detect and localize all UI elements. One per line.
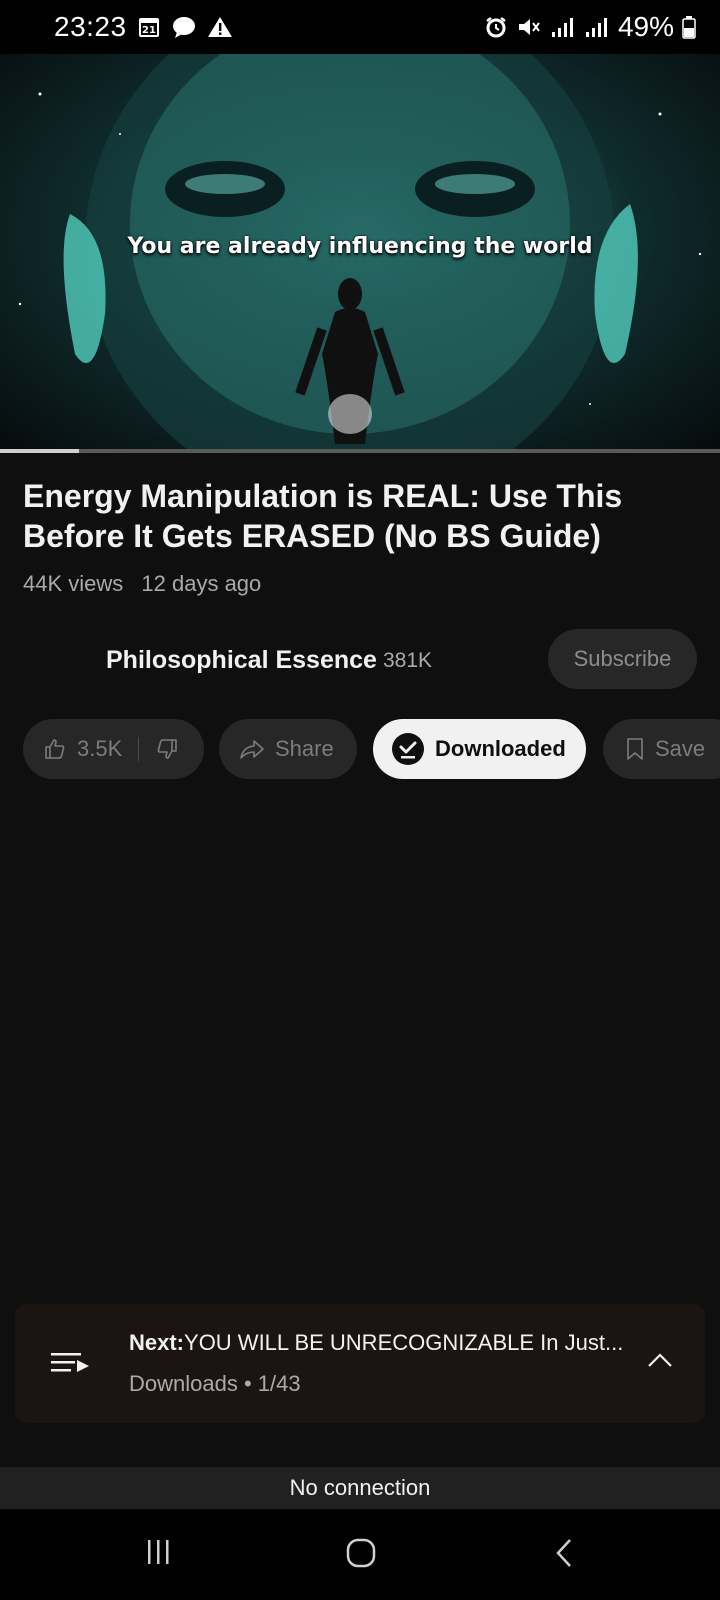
channel-row[interactable]: Philosophical Essence 381K Subscribe: [0, 628, 720, 692]
battery-icon: [682, 15, 696, 39]
download-check-icon: [391, 732, 425, 766]
calendar-day: 21: [142, 25, 156, 36]
next-prefix: Next:: [129, 1330, 185, 1355]
thumbs-up-icon: [43, 737, 67, 761]
like-divider: [138, 737, 140, 761]
recent-apps-button[interactable]: [144, 1537, 174, 1572]
share-label: Share: [275, 736, 334, 761]
next-video-title: Next:YOU WILL BE UNRECOGNIZABLE In Just.…: [129, 1330, 629, 1356]
downloaded-button[interactable]: Downloaded: [373, 719, 586, 779]
system-nav-bar: [0, 1509, 720, 1600]
playlist-position: 1/43: [257, 1371, 301, 1396]
channel-name[interactable]: Philosophical Essence: [106, 646, 377, 675]
playlist-info: Downloads • 1/43: [129, 1371, 301, 1397]
share-icon: [239, 737, 265, 761]
view-count: 44K views: [23, 571, 124, 596]
video-meta: 44K views 12 days ago: [23, 571, 261, 597]
like-count: 3.5K: [77, 736, 123, 761]
action-bar: 3.5K Share Downloaded Save: [23, 719, 720, 779]
status-time: 23:23: [54, 11, 127, 42]
home-icon: [346, 1538, 376, 1568]
save-label: Save: [655, 736, 706, 761]
back-icon: [556, 1539, 571, 1567]
downloaded-label: Downloaded: [435, 736, 566, 761]
video-player[interactable]: You are already influencing the world: [0, 54, 720, 452]
like-dislike-pill: 3.5K: [23, 719, 204, 779]
next-up-bar[interactable]: Next:YOU WILL BE UNRECOGNIZABLE In Just.…: [15, 1304, 705, 1423]
no-connection-banner: No connection: [0, 1467, 720, 1509]
video-title[interactable]: Energy Manipulation is REAL: Use This Be…: [23, 476, 663, 556]
alarm-icon: [484, 15, 508, 39]
upload-age: 12 days ago: [141, 571, 262, 596]
back-button[interactable]: [550, 1537, 580, 1574]
share-button[interactable]: Share: [219, 719, 357, 779]
signal-icon-1: [550, 15, 576, 39]
chevron-up-icon[interactable]: [645, 1346, 675, 1381]
bookmark-icon: [625, 737, 645, 761]
subscribe-button[interactable]: Subscribe: [548, 629, 697, 689]
next-title-text: YOU WILL BE UNRECOGNIZABLE In Just...: [184, 1330, 624, 1355]
like-button[interactable]: 3.5K: [43, 736, 122, 762]
mute-icon: [516, 15, 542, 39]
signal-icon-2: [584, 15, 610, 39]
chat-bubble-icon: [171, 15, 197, 39]
subscriber-count: 381K: [383, 649, 433, 672]
status-bar: 23:23 21 49%: [0, 0, 720, 54]
playlist-name: Downloads: [129, 1371, 238, 1396]
recent-apps-icon: [148, 1540, 169, 1564]
video-progress-fill: [0, 449, 80, 453]
playlist-play-icon: [51, 1350, 91, 1383]
calendar-icon: 21: [137, 15, 161, 39]
battery-percent: 49%: [617, 11, 674, 42]
save-button[interactable]: Save: [603, 719, 720, 779]
warning-icon: [207, 15, 233, 39]
thumbs-down-icon: [155, 737, 179, 761]
playlist-separator: •: [243, 1371, 252, 1396]
dislike-button[interactable]: [155, 737, 179, 761]
home-button[interactable]: [345, 1537, 377, 1574]
video-progress-bar[interactable]: [0, 449, 720, 453]
video-caption: You are already influencing the world: [127, 234, 593, 259]
